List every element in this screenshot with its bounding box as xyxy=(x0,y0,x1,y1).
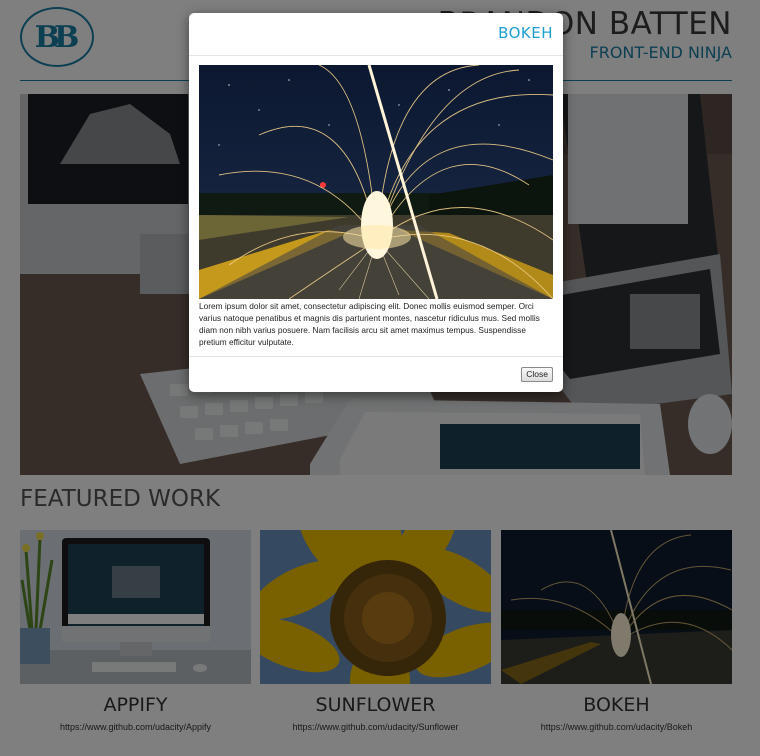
project-modal: BOKEH Lorem ipsum dolor sit amet, consec… xyxy=(189,13,563,392)
modal-footer-divider xyxy=(189,356,563,357)
modal-header-divider xyxy=(189,55,563,56)
modal-title: BOKEH xyxy=(498,24,553,42)
modal-description: Lorem ipsum dolor sit amet, consectetur … xyxy=(199,301,540,347)
modal-project-image xyxy=(199,65,553,299)
close-button[interactable]: Close xyxy=(521,367,553,382)
